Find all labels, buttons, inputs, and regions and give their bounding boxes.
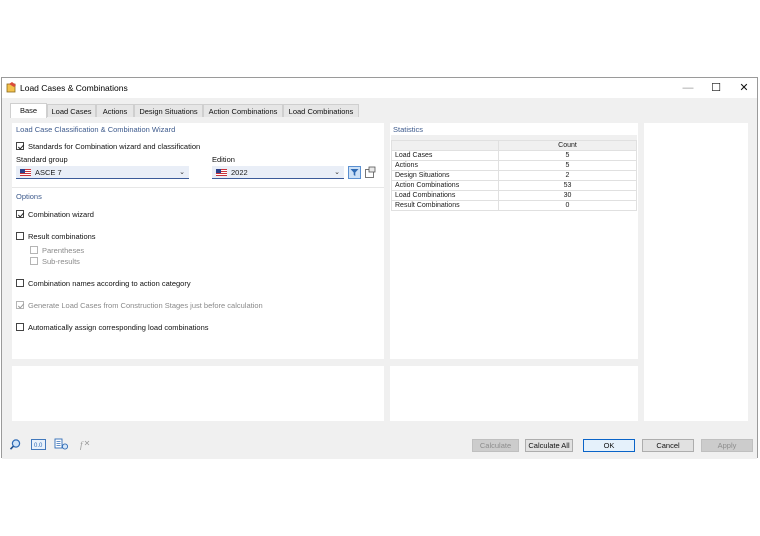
us-flag-icon: [20, 169, 31, 176]
checkmark-icon: [17, 144, 25, 150]
tab-action-combinations[interactable]: Action Combinations: [203, 104, 283, 117]
title-bar[interactable]: Load Cases & Combinations — ☐ ✕: [2, 78, 757, 98]
us-flag-icon: [216, 169, 227, 176]
formula-icon: f: [80, 440, 90, 450]
parentheses-label: Parentheses: [42, 246, 85, 255]
units-icon: 0.0: [31, 439, 46, 450]
standard-group-select[interactable]: ASCE 7 ⌄: [16, 166, 189, 179]
close-button[interactable]: ✕: [730, 78, 758, 98]
options-section-title: Options: [16, 192, 42, 201]
bottom-bar: 0.0 f Calculate Calculate All OK Cancel …: [2, 432, 757, 459]
svg-text:0.0: 0.0: [34, 443, 43, 449]
combination-wizard-label: Combination wizard: [28, 210, 94, 219]
settings-button[interactable]: [54, 438, 69, 451]
sub-results-checkbox[interactable]: [30, 257, 38, 265]
side-panel: [644, 123, 748, 421]
list-settings-icon: [54, 438, 69, 450]
row-label: Design Situations: [391, 170, 499, 181]
filter-icon: [350, 169, 359, 176]
row-count: 2: [498, 170, 637, 181]
combination-names-checkbox[interactable]: [16, 279, 24, 287]
statistics-section-title: Statistics: [393, 125, 424, 134]
calculate-button[interactable]: Calculate: [472, 439, 519, 452]
tab-load-cases[interactable]: Load Cases: [47, 104, 96, 117]
edit-dialog-icon: [365, 166, 376, 178]
minimize-icon: —: [682, 82, 694, 94]
standard-group-label: Standard group: [16, 155, 68, 164]
formula-button[interactable]: f: [77, 438, 92, 451]
row-label: Load Combinations: [391, 190, 499, 201]
auto-assign-checkbox[interactable]: [16, 323, 24, 331]
combination-wizard-checkbox[interactable]: [16, 210, 25, 218]
close-icon: ✕: [739, 82, 749, 94]
row-count: 53: [498, 180, 637, 191]
edit-standard-button[interactable]: [364, 166, 377, 179]
statistics-panel: Statistics Count Load Cases 5 Actions 5 …: [390, 123, 638, 359]
window-title: Load Cases & Combinations: [20, 83, 128, 93]
edition-value: 2022: [231, 168, 248, 177]
generate-load-cases-label: Generate Load Cases from Construction St…: [28, 301, 263, 310]
statistics-header-row: Count: [391, 140, 637, 151]
result-combinations-checkbox[interactable]: [16, 232, 24, 240]
checkmark-icon: [17, 303, 25, 309]
classification-section-title: Load Case Classification & Combination W…: [16, 125, 176, 134]
row-label: Load Cases: [391, 150, 499, 161]
table-row: Result Combinations 0: [391, 200, 637, 211]
parentheses-checkbox[interactable]: [30, 246, 38, 254]
statistics-table: Count Load Cases 5 Actions 5 Design Situ…: [391, 140, 637, 211]
cancel-button[interactable]: Cancel: [642, 439, 694, 452]
result-combinations-label: Result combinations: [28, 232, 96, 241]
table-row: Action Combinations 53: [391, 180, 637, 191]
filter-button[interactable]: [348, 166, 361, 179]
chevron-down-icon: ⌄: [334, 169, 340, 176]
apply-button[interactable]: Apply: [701, 439, 753, 452]
search-icon: [9, 439, 21, 450]
ok-button[interactable]: OK: [583, 439, 635, 452]
search-button[interactable]: [8, 438, 23, 451]
standards-checkbox[interactable]: [16, 142, 25, 150]
edition-select[interactable]: 2022 ⌄: [212, 166, 344, 179]
maximize-button[interactable]: ☐: [702, 78, 730, 98]
right-info-panel: [390, 366, 638, 421]
row-label: Action Combinations: [391, 180, 499, 191]
units-button[interactable]: 0.0: [31, 438, 46, 451]
maximize-icon: ☐: [711, 82, 721, 94]
label-header: [391, 140, 499, 151]
row-count: 5: [498, 150, 637, 161]
row-label: Result Combinations: [391, 200, 499, 211]
tab-design-situations[interactable]: Design Situations: [134, 104, 203, 117]
row-count: 5: [498, 160, 637, 171]
classification-panel: Load Case Classification & Combination W…: [12, 123, 384, 359]
chevron-down-icon: ⌄: [179, 169, 185, 176]
standards-checkbox-label: Standards for Combination wizard and cla…: [28, 142, 201, 151]
row-count: 30: [498, 190, 637, 201]
combination-names-label: Combination names according to action ca…: [28, 279, 191, 288]
sub-results-label: Sub-results: [42, 257, 80, 266]
tab-base[interactable]: Base: [10, 103, 47, 118]
tab-load-combinations[interactable]: Load Combinations: [283, 104, 359, 117]
auto-assign-label: Automatically assign corresponding load …: [28, 323, 209, 332]
checkmark-icon: [17, 212, 25, 218]
generate-load-cases-checkbox[interactable]: [16, 301, 25, 309]
table-row: Load Cases 5: [391, 150, 637, 161]
table-row: Actions 5: [391, 160, 637, 171]
minimize-button[interactable]: —: [674, 78, 702, 98]
app-icon: [6, 82, 16, 93]
tab-actions[interactable]: Actions: [96, 104, 134, 117]
row-count: 0: [498, 200, 637, 211]
edition-label: Edition: [212, 155, 235, 164]
dialog-window: Load Cases & Combinations — ☐ ✕ Base Loa…: [1, 77, 758, 459]
count-header: Count: [498, 140, 637, 151]
left-info-panel: [12, 366, 384, 421]
svg-text:f: f: [80, 440, 84, 450]
table-row: Load Combinations 30: [391, 190, 637, 201]
divider: [12, 187, 384, 188]
calculate-all-button[interactable]: Calculate All: [525, 439, 573, 452]
table-row: Design Situations 2: [391, 170, 637, 181]
standard-group-value: ASCE 7: [35, 168, 62, 177]
row-label: Actions: [391, 160, 499, 171]
